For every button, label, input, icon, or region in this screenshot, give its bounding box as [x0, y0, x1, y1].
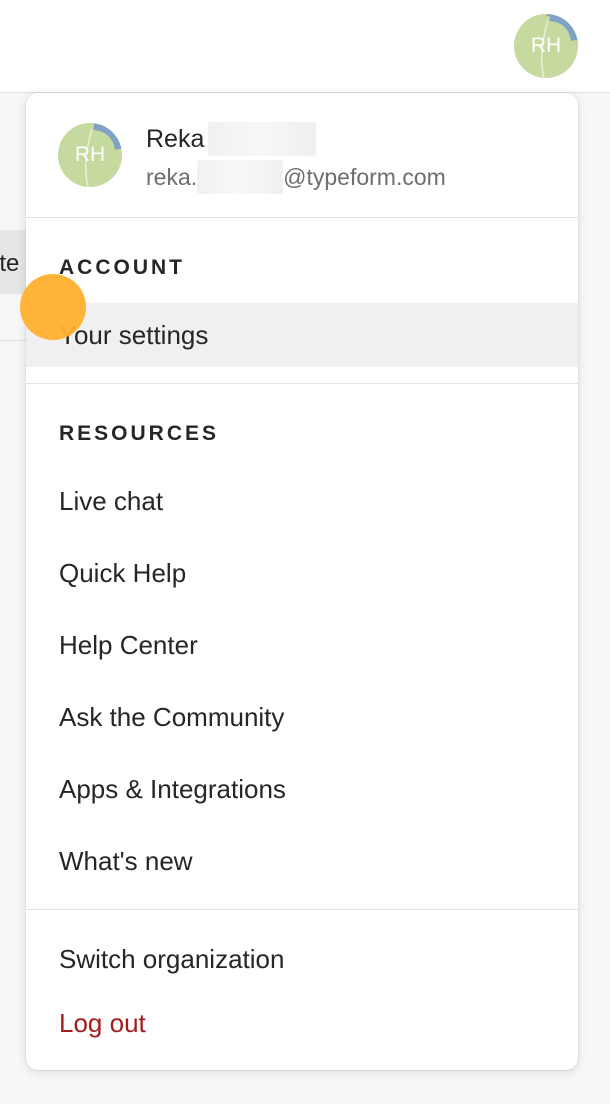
background-partial-tab-text: ate: [0, 250, 20, 277]
menu-divider: [26, 909, 578, 910]
user-avatar-button[interactable]: RH: [514, 14, 578, 78]
profile-email-prefix: reka.: [146, 163, 198, 190]
profile-avatar: RH: [58, 123, 122, 187]
menu-item-your-settings[interactable]: Your settings: [26, 303, 578, 367]
menu-item-switch-organization[interactable]: Switch organization: [26, 927, 578, 991]
avatar-initials: RH: [530, 34, 562, 57]
section-title-resources: RESOURCES: [59, 422, 220, 445]
section-title-account: ACCOUNT: [59, 256, 185, 279]
menu-item-help-center[interactable]: Help Center: [26, 613, 578, 677]
redacted-surname: [208, 122, 317, 156]
profile-email-row: reka. @typeform.com: [146, 160, 446, 194]
touch-cursor-indicator: [20, 274, 86, 340]
menu-divider: [26, 383, 578, 384]
menu-item-whats-new[interactable]: What's new: [26, 829, 578, 893]
redacted-email-part: [197, 160, 284, 194]
top-bar: RH: [0, 0, 610, 93]
avatar-initials: RH: [74, 143, 106, 166]
menu-item-ask-community[interactable]: Ask the Community: [26, 685, 578, 749]
profile-name-row: Reka: [146, 122, 317, 156]
account-dropdown-menu: RH Reka reka. @typeform.com ACCOUNT Your…: [26, 93, 578, 1070]
menu-item-apps-integrations[interactable]: Apps & Integrations: [26, 757, 578, 821]
profile-email-domain: @typeform.com: [283, 163, 446, 190]
menu-item-log-out[interactable]: Log out: [26, 991, 578, 1055]
menu-item-quick-help[interactable]: Quick Help: [26, 541, 578, 605]
profile-header: RH Reka reka. @typeform.com: [26, 93, 578, 218]
menu-item-live-chat[interactable]: Live chat: [26, 469, 578, 533]
profile-name: Reka: [146, 124, 205, 153]
